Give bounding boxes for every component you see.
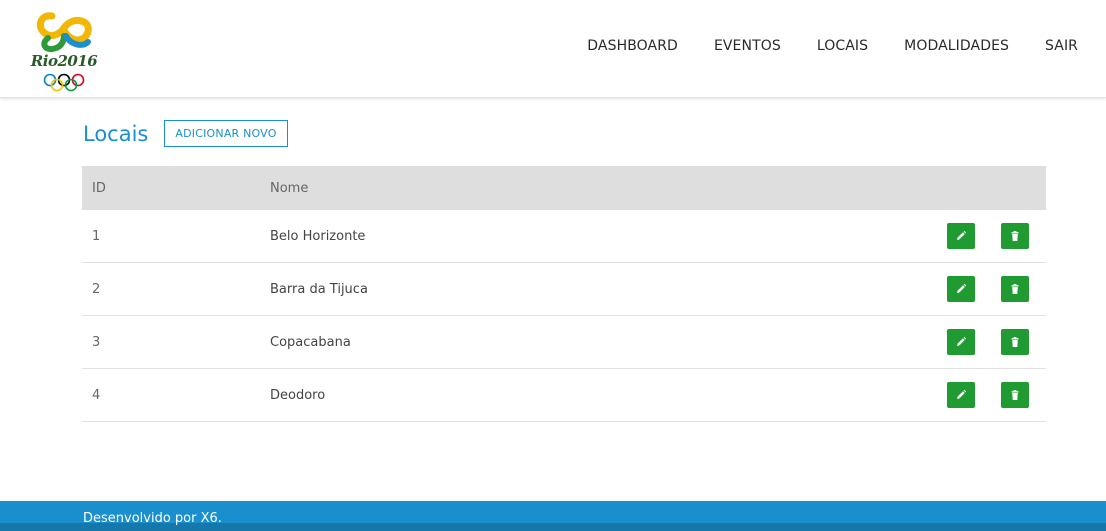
column-header-id: ID xyxy=(92,180,106,196)
trash-icon xyxy=(1011,390,1019,400)
locais-table: ID Nome 1 Belo Horizonte 2 Barra da Tiju… xyxy=(82,166,1046,422)
delete-button[interactable] xyxy=(1001,329,1029,355)
cell-id: 2 xyxy=(92,281,101,297)
row-actions xyxy=(947,276,1046,302)
header: Rio2016 DASHBOARD EVENTOS LOCAIS MODALID… xyxy=(0,0,1106,98)
main-nav: DASHBOARD EVENTOS LOCAIS MODALIDADES SAI… xyxy=(551,38,1078,54)
row-actions xyxy=(947,329,1046,355)
row-actions xyxy=(947,223,1046,249)
table-row: 3 Copacabana xyxy=(82,316,1046,369)
column-header-name: Nome xyxy=(270,180,309,196)
cell-name: Belo Horizonte xyxy=(270,228,366,244)
rio2016-emblem-icon xyxy=(36,12,92,92)
footer-credit: Desenvolvido por X6. xyxy=(83,511,222,526)
cell-id: 4 xyxy=(92,387,101,403)
pencil-icon xyxy=(957,283,967,293)
edit-button[interactable] xyxy=(947,382,975,408)
delete-button[interactable] xyxy=(1001,276,1029,302)
footer: Desenvolvido por X6. xyxy=(0,501,1106,531)
delete-button[interactable] xyxy=(1001,382,1029,408)
pencil-icon xyxy=(957,336,967,346)
delete-button[interactable] xyxy=(1001,223,1029,249)
trash-icon xyxy=(1011,231,1019,241)
trash-icon xyxy=(1011,337,1019,347)
cell-name: Copacabana xyxy=(270,334,351,350)
row-actions xyxy=(947,382,1046,408)
table-row: 4 Deodoro xyxy=(82,369,1046,422)
page-title: Locais xyxy=(83,121,149,146)
nav-locais[interactable]: LOCAIS xyxy=(817,38,868,54)
edit-button[interactable] xyxy=(947,276,975,302)
edit-button[interactable] xyxy=(947,223,975,249)
pencil-icon xyxy=(957,389,967,399)
nav-dashboard[interactable]: DASHBOARD xyxy=(587,38,678,54)
logo-text: Rio2016 xyxy=(30,52,98,70)
edit-button[interactable] xyxy=(947,329,975,355)
cell-name: Deodoro xyxy=(270,387,326,403)
rio2016-logo[interactable]: Rio2016 xyxy=(30,8,98,92)
cell-id: 3 xyxy=(92,334,101,350)
table-row: 1 Belo Horizonte xyxy=(82,210,1046,263)
trash-icon xyxy=(1011,284,1019,294)
nav-sair[interactable]: SAIR xyxy=(1045,38,1078,54)
cell-name: Barra da Tijuca xyxy=(270,281,368,297)
title-row: Locais ADICIONAR NOVO xyxy=(83,120,288,147)
add-new-button[interactable]: ADICIONAR NOVO xyxy=(164,120,288,147)
nav-modalidades[interactable]: MODALIDADES xyxy=(904,38,1009,54)
cell-id: 1 xyxy=(92,228,101,244)
table-header: ID Nome xyxy=(82,166,1046,210)
table-row: 2 Barra da Tijuca xyxy=(82,263,1046,316)
nav-eventos[interactable]: EVENTOS xyxy=(714,38,781,54)
pencil-icon xyxy=(957,230,967,240)
